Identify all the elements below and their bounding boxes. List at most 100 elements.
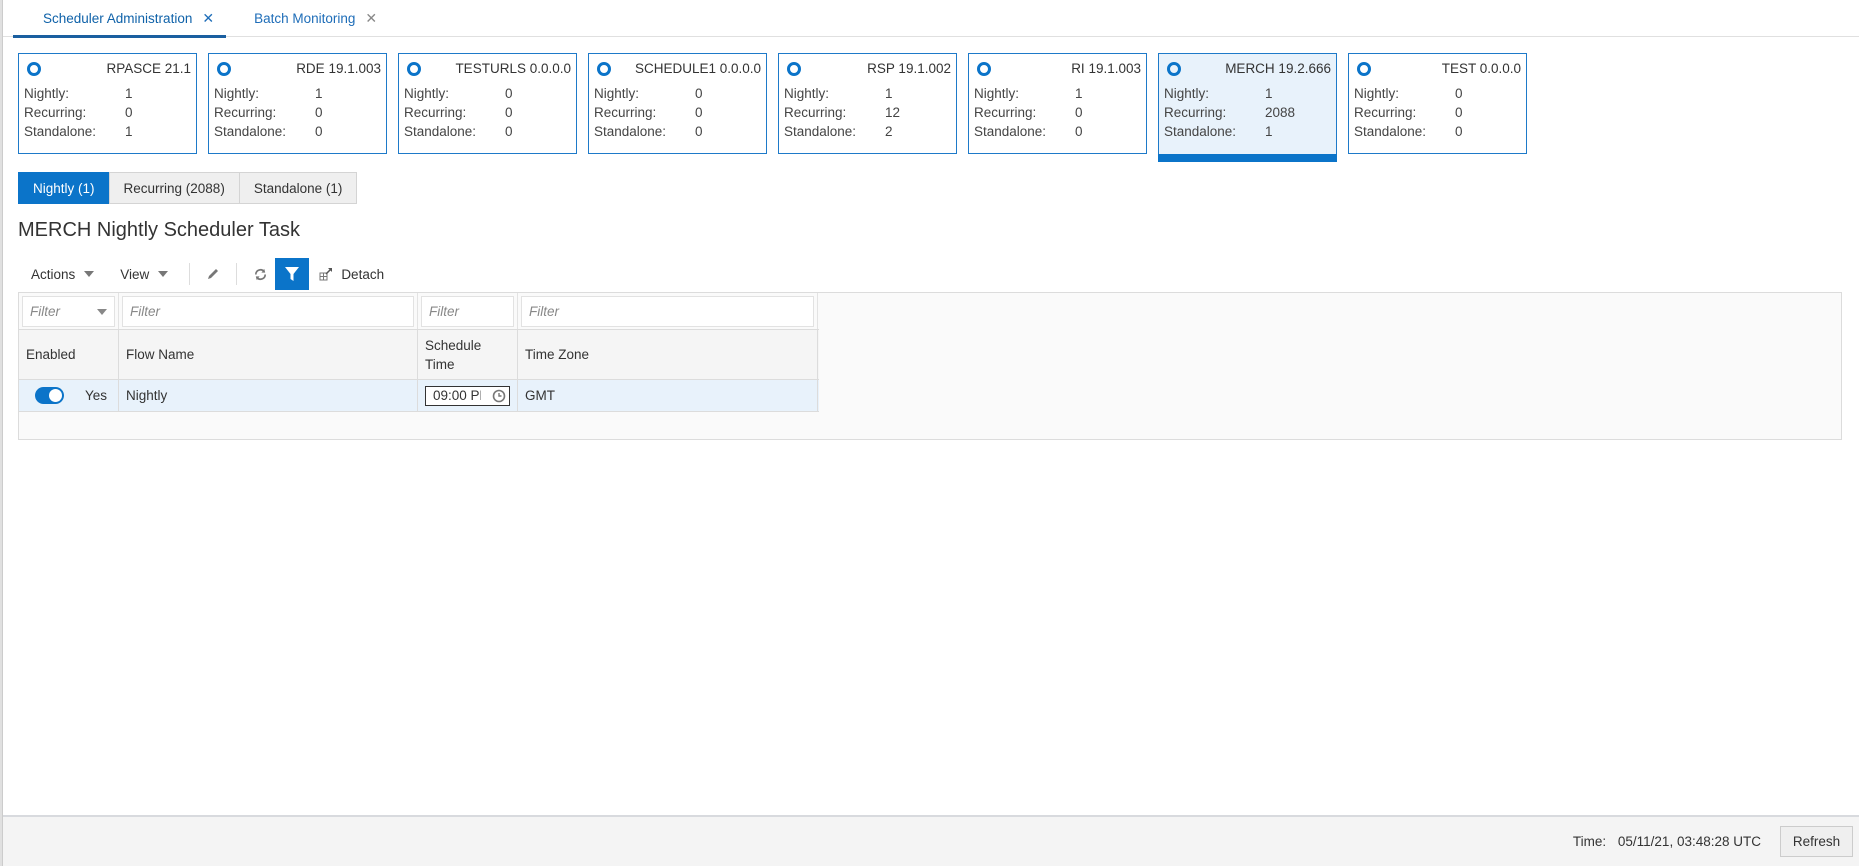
detach-button[interactable]: Detach: [309, 258, 394, 290]
recurring-count: 0: [695, 105, 703, 120]
app-card-test[interactable]: TEST 0.0.0.0 Nightly: 0 Recurring: 0 Stand…: [1348, 53, 1527, 154]
flow-name-cell: Nightly: [119, 380, 418, 411]
nightly-count: 1: [125, 86, 133, 101]
app-card-rpasce[interactable]: RPASCE 21.1 Nightly: 1 Recurring: 0 Standa…: [18, 53, 197, 154]
filter-icon: [285, 267, 300, 281]
subtab-recurring[interactable]: Recurring (2088): [108, 172, 240, 204]
recurring-count: 2088: [1265, 105, 1296, 120]
schedule-type-tabs: Nightly (1) Recurring (2088) Standalone …: [18, 172, 358, 204]
chevron-down-icon: [158, 271, 169, 277]
app-card-rde[interactable]: RDE 19.1.003 Nightly: 1 Recurring: 0 Stand…: [208, 53, 387, 154]
application-cards: RPASCE 21.1 Nightly: 1 Recurring: 0 Standa…: [18, 53, 1527, 162]
subtab-nightly[interactable]: Nightly (1): [18, 172, 110, 204]
recurring-label: Recurring:: [784, 105, 847, 120]
scheduler-task-table: Filter Filter Filter Filter Enabled Flow…: [18, 292, 1842, 440]
recurring-count: 12: [885, 105, 901, 120]
view-menu[interactable]: View: [107, 258, 181, 290]
time-label: Time:: [1572, 834, 1607, 849]
enabled-toggle[interactable]: [35, 387, 64, 404]
refresh-button[interactable]: [245, 258, 275, 290]
schedule-time-input[interactable]: 09:00 PM: [425, 385, 510, 406]
nightly-label: Nightly:: [594, 86, 640, 101]
time-zone-cell: GMT: [518, 380, 818, 411]
enabled-filter-select[interactable]: Filter: [22, 296, 115, 327]
status-ring-icon: [407, 61, 421, 76]
subtab-standalone[interactable]: Standalone (1): [238, 172, 358, 204]
recurring-label: Recurring:: [594, 105, 657, 120]
filter-placeholder: Filter: [30, 304, 60, 319]
card-title: RSP 19.1.002: [867, 61, 951, 76]
card-title: TESTURLS 0.0.0.0: [455, 61, 571, 76]
status-ring-icon: [597, 61, 611, 76]
column-header-schedule-time[interactable]: Schedule Time: [418, 330, 518, 379]
close-icon[interactable]: ✕: [202, 10, 214, 27]
edit-button[interactable]: [198, 258, 228, 290]
refresh-button[interactable]: Refresh: [1780, 826, 1853, 857]
standalone-label: Standalone:: [594, 124, 667, 139]
card-title: RDE 19.1.003: [296, 61, 381, 76]
column-header-enabled[interactable]: Enabled: [19, 330, 119, 379]
nightly-label: Nightly:: [214, 86, 260, 101]
nightly-count: 1: [885, 86, 893, 101]
nightly-count: 1: [315, 86, 323, 101]
standalone-count: 0: [505, 124, 513, 139]
app-card-rsp[interactable]: RSP 19.1.002 Nightly: 1 Recurring: 12 Stan…: [778, 53, 957, 154]
filter-placeholder: Filter: [130, 304, 160, 319]
close-icon[interactable]: ✕: [365, 10, 377, 27]
left-edge-rule: [0, 0, 3, 866]
table-toolbar: Actions View Detach: [18, 258, 394, 290]
recurring-label: Recurring:: [24, 105, 87, 120]
status-ring-icon: [977, 61, 991, 76]
column-header-flow-name[interactable]: Flow Name: [119, 330, 418, 379]
recurring-label: Recurring:: [1164, 105, 1227, 120]
recurring-label: Recurring:: [214, 105, 277, 120]
app-card-ri[interactable]: RI 19.1.003 Nightly: 1 Recurring: 0 Standa…: [968, 53, 1147, 154]
filter-placeholder: Filter: [529, 304, 559, 319]
filter-placeholder: Filter: [429, 304, 459, 319]
recurring-label: Recurring:: [1354, 105, 1417, 120]
tab-batch-monitoring[interactable]: Batch Monitoring ✕: [226, 0, 389, 37]
recurring-label: Recurring:: [404, 105, 467, 120]
standalone-label: Standalone:: [784, 124, 857, 139]
app-card-schedule1[interactable]: SCHEDULE1 0.0.0.0 Nightly: 0 Recurring: 0 …: [588, 53, 767, 154]
enabled-value: Yes: [84, 388, 107, 403]
toolbar-divider: [189, 263, 191, 285]
nightly-label: Nightly:: [974, 86, 1020, 101]
app-card-testurls[interactable]: TESTURLS 0.0.0.0 Nightly: 0 Recurring: 0 S…: [398, 53, 577, 154]
nightly-count: 0: [695, 86, 703, 101]
standalone-count: 0: [1455, 124, 1463, 139]
recurring-count: 0: [315, 105, 323, 120]
detach-icon: [319, 268, 333, 281]
standalone-count: 1: [125, 124, 133, 139]
table-header-row: Enabled Flow Name Schedule Time Time Zone: [19, 330, 819, 380]
status-ring-icon: [1167, 61, 1181, 76]
time-zone-filter-input[interactable]: Filter: [521, 296, 814, 327]
nightly-label: Nightly:: [1354, 86, 1400, 101]
tab-label: Batch Monitoring: [254, 11, 356, 26]
actions-menu[interactable]: Actions: [18, 258, 107, 290]
schedule-time-value: 09:00 PM: [433, 388, 481, 403]
card-title: RI 19.1.003: [1071, 61, 1141, 76]
standalone-count: 1: [1265, 124, 1273, 139]
schedule-time-filter-input[interactable]: Filter: [421, 296, 514, 327]
view-label: View: [120, 266, 150, 282]
card-title: RPASCE 21.1: [106, 61, 191, 76]
edit-icon: [208, 269, 219, 279]
table-row[interactable]: Yes Nightly 09:00 PM GMT: [19, 380, 819, 412]
tab-scheduler-administration[interactable]: Scheduler Administration ✕: [3, 0, 227, 38]
standalone-label: Standalone:: [214, 124, 287, 139]
clock-icon[interactable]: [492, 389, 506, 403]
status-ring-icon: [27, 61, 41, 76]
status-ring-icon: [1357, 61, 1371, 76]
column-header-time-zone[interactable]: Time Zone: [518, 330, 818, 379]
standalone-label: Standalone:: [1164, 124, 1237, 139]
page-title: MERCH Nightly Scheduler Task: [18, 219, 300, 241]
status-ring-icon: [787, 61, 801, 76]
nightly-label: Nightly:: [1164, 86, 1210, 101]
tab-label: Scheduler Administration: [43, 11, 193, 26]
detach-label: Detach: [341, 266, 385, 282]
flow-name-filter-input[interactable]: Filter: [122, 296, 414, 327]
filter-toggle-button[interactable]: [275, 258, 310, 290]
app-card-merch[interactable]: MERCH 19.2.666 Nightly: 1 Recurring: 2088 …: [1158, 53, 1337, 162]
nightly-count: 0: [505, 86, 513, 101]
